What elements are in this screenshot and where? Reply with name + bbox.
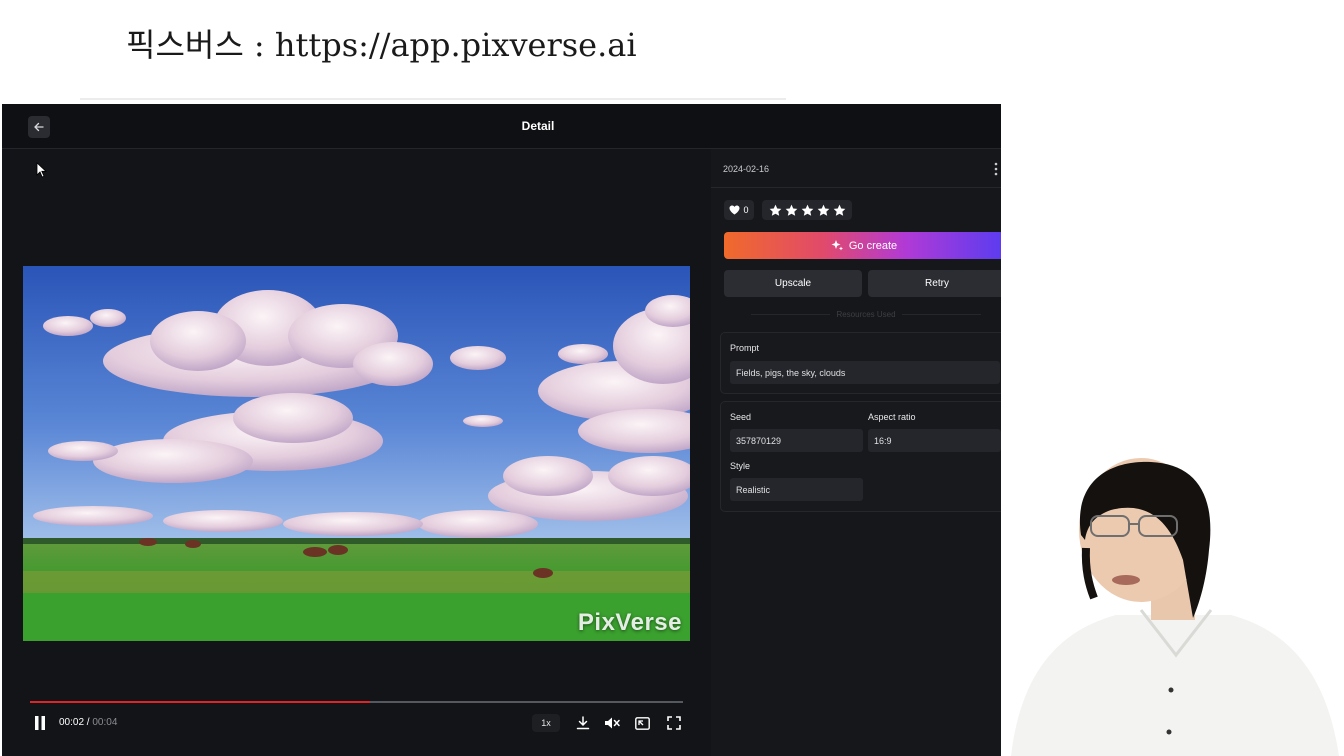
panel-divider	[711, 187, 1001, 188]
prompt-label: Prompt	[730, 343, 760, 353]
resources-used-divider: Resources Used	[751, 308, 982, 320]
total-duration: 00:04	[92, 717, 118, 728]
mouse-cursor-icon	[36, 162, 48, 178]
volume-mute-icon	[605, 717, 620, 729]
detail-panel: 2024-02-16 0 Go create Upscale Retry Res…	[711, 149, 1001, 756]
fullscreen-icon	[667, 716, 681, 730]
seed-label: Seed	[730, 412, 752, 422]
aspect-ratio-label: Aspect ratio	[868, 412, 916, 422]
seed-value: 357870129	[730, 429, 863, 452]
retry-button[interactable]: Retry	[868, 270, 1001, 297]
video-scene-image	[23, 266, 690, 641]
player-controls: 00:02 / 00:04 1x	[2, 712, 707, 734]
aspect-ratio-value: 16:9	[868, 429, 1001, 452]
star-rating[interactable]	[762, 200, 852, 220]
prompt-card: Prompt Fields, pigs, the sky, clouds	[720, 332, 1001, 394]
divider-line	[901, 313, 982, 315]
style-label: Style	[730, 461, 751, 471]
top-bar: Detail	[2, 104, 1001, 149]
resources-used-label: Resources Used	[836, 309, 896, 319]
divider-line	[751, 313, 831, 315]
progress-bar[interactable]	[30, 701, 683, 703]
presenter-image	[1011, 458, 1339, 756]
picture-in-picture-button[interactable]	[634, 715, 650, 731]
download-button[interactable]	[575, 715, 591, 731]
pixverse-watermark: PixVerse	[577, 609, 682, 636]
video-frame[interactable]: PixVerse	[23, 266, 690, 641]
like-button[interactable]: 0	[724, 200, 754, 220]
playback-speed-button[interactable]: 1x	[532, 714, 560, 732]
upscale-button[interactable]: Upscale	[724, 270, 862, 297]
like-count: 0	[743, 205, 749, 215]
pause-icon	[35, 716, 45, 730]
prompt-value: Fields, pigs, the sky, clouds	[730, 361, 1000, 384]
caption-divider	[80, 98, 786, 100]
go-create-label: Go create	[848, 239, 898, 252]
pause-button[interactable]	[32, 715, 48, 731]
current-time: 00:02	[59, 717, 85, 728]
mute-button[interactable]	[603, 715, 621, 731]
slide-caption: 픽스버스 : https://app.pixverse.ai	[126, 26, 637, 64]
app-window: Detail PixVerse 00:02 / 00:04 1x 2024-02…	[2, 104, 1001, 756]
sparkle-icon	[831, 240, 843, 251]
heart-icon	[729, 205, 740, 215]
time-display: 00:02 / 00:04	[59, 717, 117, 728]
star-icon[interactable]	[817, 204, 830, 217]
style-value: Realistic	[730, 478, 863, 501]
picture-in-picture-icon	[634, 716, 650, 730]
download-icon	[576, 716, 590, 730]
fullscreen-button[interactable]	[666, 715, 682, 731]
star-icon[interactable]	[769, 204, 782, 217]
star-icon[interactable]	[785, 204, 798, 217]
star-icon[interactable]	[801, 204, 814, 217]
go-create-button[interactable]: Go create	[724, 232, 1001, 259]
progress-fill	[30, 701, 370, 703]
page-title: Detail	[521, 119, 555, 133]
presenter-webcam	[1001, 440, 1344, 756]
creation-date: 2024-02-16	[723, 164, 770, 174]
parameters-card: Seed Aspect ratio 357870129 16:9 Style R…	[720, 401, 1001, 512]
star-icon[interactable]	[833, 204, 846, 217]
more-vertical-icon	[994, 162, 998, 176]
more-options-button[interactable]	[994, 162, 998, 181]
